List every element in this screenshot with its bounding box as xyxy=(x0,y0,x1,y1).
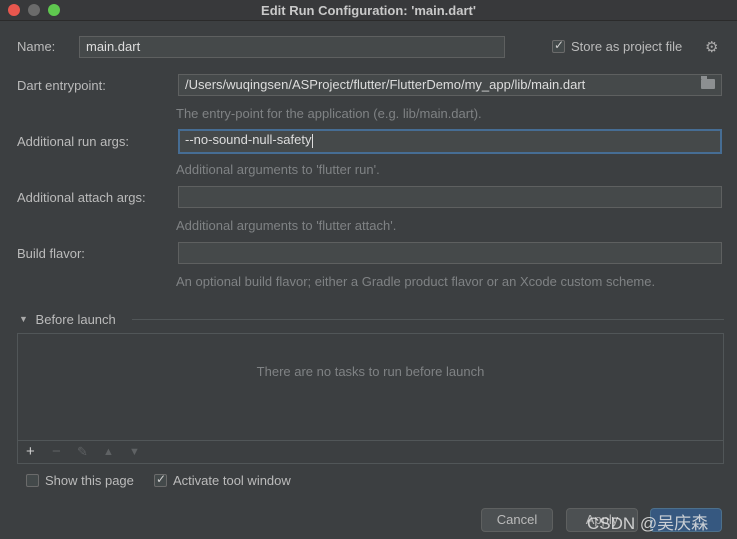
name-input[interactable]: main.dart xyxy=(79,36,505,58)
remove-icon[interactable]: − xyxy=(52,443,61,461)
section-divider xyxy=(132,319,724,320)
before-launch-toggle[interactable]: ▼ Before launch xyxy=(19,312,116,327)
watermark: CSDN @吴庆森 xyxy=(587,514,709,533)
move-up-icon[interactable]: ▲ xyxy=(103,443,114,461)
attach-args-label: Additional attach args: xyxy=(17,190,146,205)
before-launch-label: Before launch xyxy=(35,312,116,327)
before-launch-task-list[interactable]: There are no tasks to run before launch … xyxy=(17,333,724,464)
build-flavor-label: Build flavor: xyxy=(17,246,85,261)
dart-entrypoint-label: Dart entrypoint: xyxy=(17,78,106,93)
store-as-project-file-checkbox[interactable]: ✓ xyxy=(552,38,565,53)
dart-entrypoint-hint: The entry-point for the application (e.g… xyxy=(176,106,482,121)
checkmark-icon: ✓ xyxy=(554,38,565,52)
activate-tool-window-checkbox[interactable]: ✓ xyxy=(154,472,167,487)
gear-icon[interactable]: ⚙ xyxy=(705,38,718,56)
empty-tasks-text: There are no tasks to run before launch xyxy=(256,364,485,379)
build-flavor-hint: An optional build flavor; either a Gradl… xyxy=(176,274,656,289)
store-as-project-file-label: Store as project file xyxy=(571,39,683,54)
activate-tool-window-label: Activate tool window xyxy=(173,473,291,488)
attach-args-input[interactable] xyxy=(178,186,722,208)
run-args-hint: Additional arguments to 'flutter run'. xyxy=(176,162,380,177)
add-icon[interactable]: + xyxy=(26,443,35,461)
show-this-page-label: Show this page xyxy=(45,473,134,488)
text-cursor xyxy=(312,133,314,148)
edit-icon[interactable]: ✎ xyxy=(77,443,88,461)
title-bar: Edit Run Configuration: 'main.dart' xyxy=(0,0,737,21)
dart-entrypoint-input[interactable]: /Users/wuqingsen/ASProject/flutter/Flutt… xyxy=(178,74,722,96)
show-this-page-checkbox[interactable] xyxy=(26,474,39,487)
task-toolbar: + − ✎ ▲ ▼ xyxy=(18,440,723,463)
name-label: Name: xyxy=(17,39,56,54)
cancel-button[interactable]: Cancel xyxy=(481,508,553,532)
triangle-down-icon: ▼ xyxy=(19,314,28,324)
run-args-input[interactable]: --no-sound-null-safety xyxy=(178,129,722,154)
window-title: Edit Run Configuration: 'main.dart' xyxy=(261,3,476,18)
build-flavor-input[interactable] xyxy=(178,242,722,264)
attach-args-hint: Additional arguments to 'flutter attach'… xyxy=(176,218,397,233)
run-args-label: Additional run args: xyxy=(17,134,130,149)
folder-icon[interactable] xyxy=(701,76,715,89)
checkmark-icon: ✓ xyxy=(156,472,167,486)
run-args-value: --no-sound-null-safety xyxy=(185,132,312,147)
dart-entrypoint-value: /Users/wuqingsen/ASProject/flutter/Flutt… xyxy=(185,77,586,92)
move-down-icon[interactable]: ▼ xyxy=(129,443,140,461)
